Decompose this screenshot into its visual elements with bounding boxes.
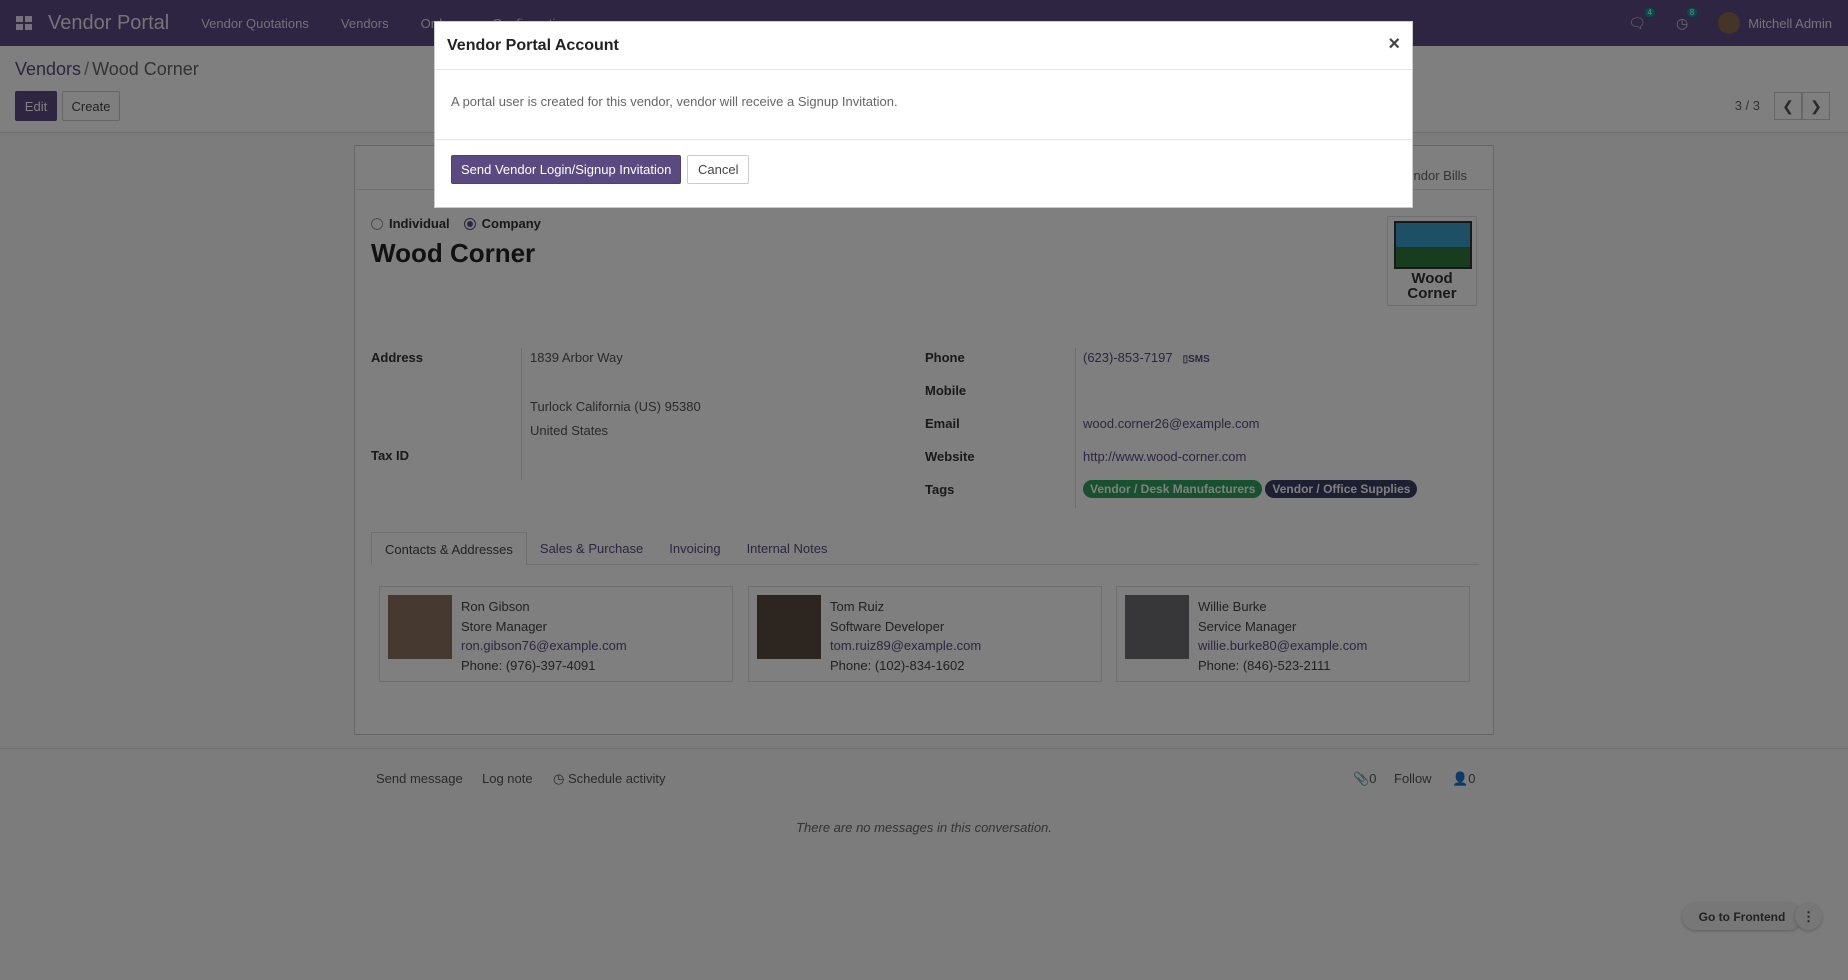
- modal-header: Vendor Portal Account ×: [435, 22, 1412, 70]
- modal-message: A portal user is created for this vendor…: [451, 94, 898, 109]
- close-icon[interactable]: ×: [1388, 33, 1400, 56]
- vendor-portal-modal: Vendor Portal Account × A portal user is…: [434, 21, 1413, 208]
- modal-body: A portal user is created for this vendor…: [435, 70, 1412, 140]
- modal-footer: Send Vendor Login/Signup Invitation Canc…: [435, 140, 1412, 208]
- cancel-button[interactable]: Cancel: [687, 155, 750, 184]
- modal-title: Vendor Portal Account: [447, 37, 619, 54]
- send-invitation-button[interactable]: Send Vendor Login/Signup Invitation: [451, 155, 682, 184]
